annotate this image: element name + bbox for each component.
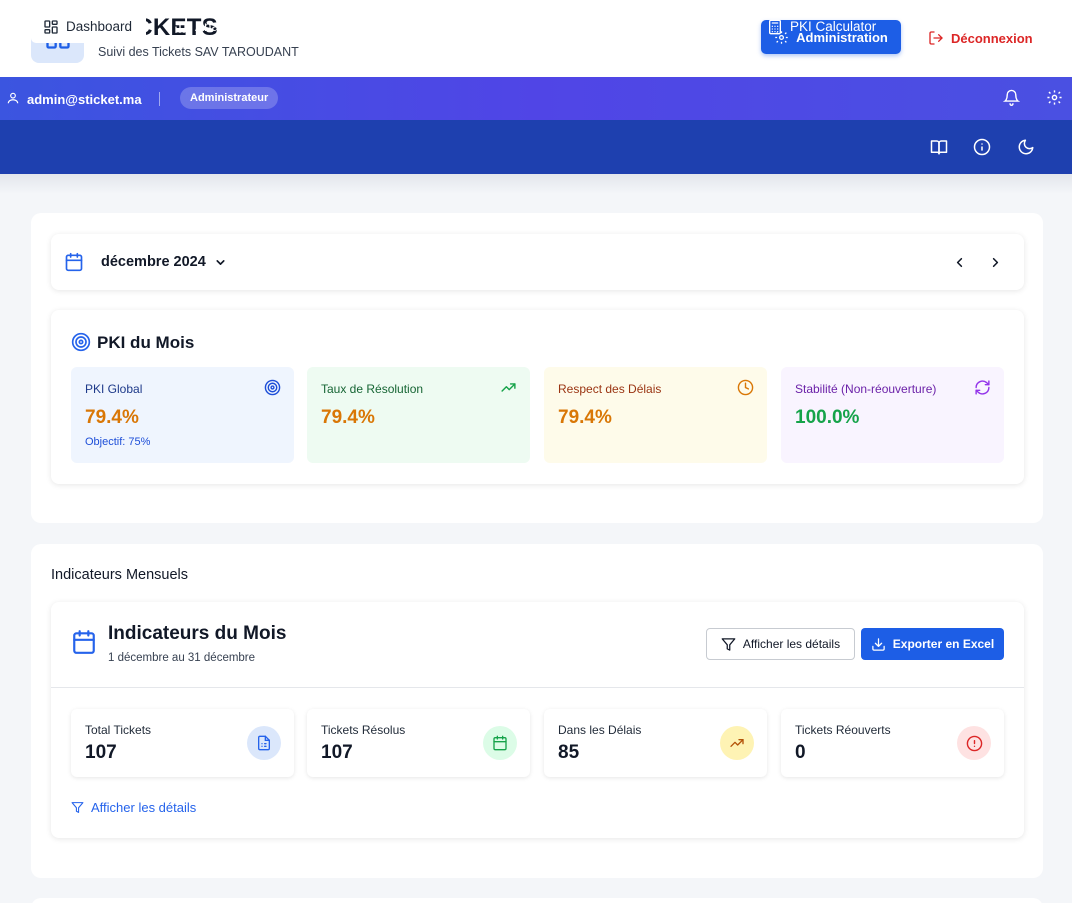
kpi-value: 79.4%: [85, 407, 139, 428]
stat-label: Tickets Résolus: [321, 723, 406, 737]
calendar-icon: [65, 252, 83, 272]
nav-label: Historique: [310, 19, 371, 34]
nav-label: Timeline: [574, 19, 625, 34]
nav-import[interactable]: Import: [664, 10, 725, 43]
target-icon: [264, 379, 281, 396]
month-dropdown[interactable]: décembre 2024: [101, 254, 206, 270]
nav-label: Analytics: [195, 19, 250, 34]
divider: [159, 92, 160, 106]
chevron-down-icon[interactable]: [214, 256, 227, 269]
main-nav: [0, 120, 1072, 174]
logout-label: Déconnexion: [951, 30, 1033, 46]
pki-title: PKI du Mois: [97, 333, 195, 352]
book-icon[interactable]: [930, 138, 948, 156]
trending-up-icon: [720, 726, 754, 760]
target-icon: [71, 332, 91, 352]
user-bar: admin@sticket.ma Administrateur: [0, 77, 1072, 120]
chevron-left-icon[interactable]: [952, 255, 967, 270]
nav-label: Équipements: [434, 19, 513, 34]
monthly-date-range: 1 décembre au 31 décembre: [108, 652, 256, 664]
history-icon: [288, 19, 302, 34]
nav-label: Import: [687, 19, 726, 34]
calendar-icon: [73, 630, 95, 654]
month-label: décembre 2024: [101, 254, 206, 270]
refresh-icon: [975, 380, 990, 395]
kpi-label: Respect des Délais: [558, 382, 662, 396]
kpi-value: 79.4%: [558, 407, 612, 428]
kpi-card-taux-resolution: Taux de Résolution 79.4%: [307, 367, 530, 463]
logout-icon: [929, 31, 943, 45]
grid-icon: [44, 19, 58, 34]
clock-icon: [737, 379, 754, 396]
role-badge: Administrateur: [180, 87, 279, 109]
stat-label: Dans les Délais: [558, 723, 642, 737]
trending-up-icon: [501, 383, 516, 392]
show-details-button[interactable]: Afficher les détails: [706, 628, 855, 660]
router-icon: [411, 23, 427, 34]
kpi-label: Stabilité (Non-réouverture): [795, 382, 937, 396]
nav-pki-calculator[interactable]: PKI Calculator: [767, 10, 876, 43]
export-excel-label: Exporter en Excel: [892, 637, 995, 651]
logout-button[interactable]: Déconnexion: [928, 28, 1033, 48]
app-subtitle: Suivi des Tickets SAV TAROUDANT: [98, 45, 299, 59]
user-icon: [7, 92, 19, 104]
kpi-value: 79.4%: [321, 407, 375, 428]
user-email: admin@sticket.ma: [27, 92, 142, 107]
stat-dans-delais: Dans les Délais 85: [544, 709, 767, 777]
kpi-label: Taux de Résolution: [321, 382, 424, 396]
show-details-link-label: Afficher les détails: [91, 800, 197, 815]
nav-analytics[interactable]: Analytics: [172, 10, 249, 43]
section-title: Indicateurs Mensuels: [51, 567, 189, 583]
kpi-card-pki-global: PKI Global 79.4% Objectif: 75%: [71, 367, 294, 463]
stat-tickets-resolus: Tickets Résolus 107: [307, 709, 530, 777]
info-icon[interactable]: [973, 138, 991, 156]
kpi-label: PKI Global: [85, 382, 143, 396]
kpi-objective: Objectif: 75%: [85, 436, 151, 448]
stat-value: 107: [85, 742, 117, 763]
app-header: STICKETS Suivi des Tickets SAV TAROUDANT…: [0, 0, 1072, 77]
monthly-title: Indicateurs du Mois: [108, 623, 287, 644]
filter-icon: [71, 802, 84, 813]
stat-value: 0: [795, 742, 806, 763]
kpi-card-stabilite: Stabilité (Non-réouverture) 100.0%: [781, 367, 1004, 463]
calculator-icon: [769, 19, 781, 34]
chevron-right-icon[interactable]: [988, 255, 1003, 270]
filter-icon: [721, 637, 736, 651]
export-excel-button[interactable]: Exporter en Excel: [861, 628, 1004, 660]
stat-value: 85: [558, 742, 580, 763]
kpi-card-respect-delais: Respect des Délais 79.4%: [544, 367, 767, 463]
bell-icon[interactable]: [1003, 89, 1020, 106]
stat-label: Total Tickets: [85, 723, 152, 737]
show-details-link[interactable]: Afficher les détails: [71, 800, 196, 815]
nav-historique[interactable]: Historique: [287, 10, 371, 43]
download-icon: [872, 637, 885, 651]
show-details-label: Afficher les détails: [742, 637, 841, 651]
bar-chart-icon: [175, 21, 185, 33]
document-icon: [247, 726, 281, 760]
divider: [51, 687, 1024, 688]
next-panel: [31, 898, 1043, 903]
nav-shadow: [0, 174, 1072, 194]
calendar-icon: [552, 19, 566, 34]
moon-icon[interactable]: [1017, 138, 1035, 156]
kpi-value: 100.0%: [795, 407, 860, 428]
stat-label: Tickets Réouverts: [795, 723, 891, 737]
alert-circle-icon: [957, 726, 991, 760]
nav-dashboard[interactable]: Dashboard: [31, 10, 147, 43]
nav-equipements[interactable]: Équipements: [411, 10, 513, 43]
file-icon: [666, 19, 678, 34]
stat-total-tickets: Total Tickets 107: [71, 709, 294, 777]
nav-label: Dashboard: [66, 19, 133, 34]
settings-icon[interactable]: [1046, 89, 1063, 106]
stat-tickets-reouverts: Tickets Réouverts 0: [781, 709, 1004, 777]
stat-value: 107: [321, 742, 353, 763]
nav-label: PKI Calculator: [790, 19, 877, 34]
calendar-check-icon: [483, 726, 517, 760]
nav-timeline[interactable]: Timeline: [551, 10, 625, 43]
